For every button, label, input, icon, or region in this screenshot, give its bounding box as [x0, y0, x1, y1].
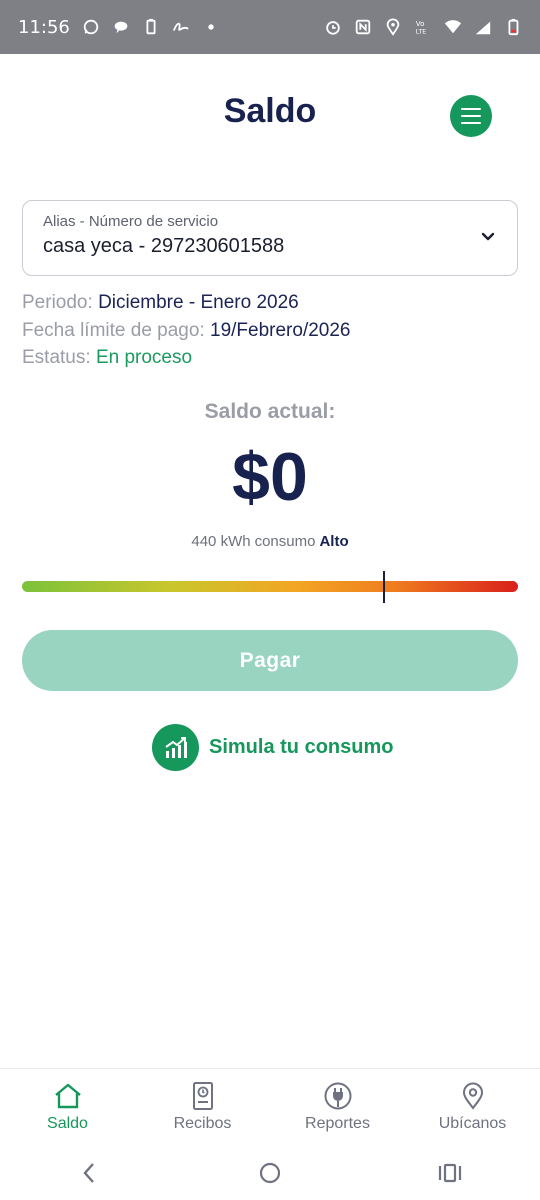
due-date-label: Fecha límite de pago:: [22, 319, 205, 341]
status-row: Estatus: En proceso: [22, 344, 351, 372]
nav-item-reportes[interactable]: Reportes: [270, 1069, 405, 1147]
service-selector[interactable]: Alias - Número de servicio casa yeca - 2…: [22, 200, 518, 276]
menu-button[interactable]: [450, 95, 492, 137]
dot-icon: [208, 24, 214, 30]
simulate-icon-circle: [152, 724, 199, 771]
status-label: Estatus:: [22, 347, 91, 368]
system-navigation-bar: [0, 1146, 540, 1200]
consumption-meter-marker: [383, 571, 386, 603]
balance-label: Saldo actual:: [204, 400, 336, 423]
chevron-down-icon: [481, 232, 495, 241]
home-circle-icon: [259, 1162, 281, 1184]
consumption-meter: [22, 581, 518, 592]
signal-4g-icon: [475, 21, 491, 35]
consumption-word: consumo: [254, 533, 316, 550]
wifi-icon: [444, 20, 462, 34]
consumption-level: Alto: [319, 533, 349, 550]
volte-icon: VoLTE: [416, 19, 426, 35]
nfc-icon: [355, 19, 371, 35]
period-label: Periodo:: [22, 292, 93, 313]
billing-details: Periodo: Diciembre - Enero 2026 Fecha lí…: [22, 289, 351, 372]
svg-text:LTE: LTE: [416, 28, 426, 35]
service-selector-label: Alias - Número de servicio: [43, 213, 219, 230]
nav-item-recibos[interactable]: Recibos: [135, 1069, 270, 1147]
simulate-consumption-link[interactable]: Simula tu consumo: [152, 724, 393, 771]
simulate-consumption-label: Simula tu consumo: [209, 736, 394, 758]
consumption-value: 440 kWh: [191, 533, 251, 550]
signature-icon: [172, 22, 189, 31]
battery-icon: [508, 18, 519, 36]
plug-icon: [324, 1082, 351, 1110]
system-back-button[interactable]: [60, 1153, 120, 1193]
balance-amount: $0: [232, 439, 308, 515]
location-pin-icon: [462, 1082, 483, 1110]
location-icon: [386, 18, 400, 36]
nav-label-saldo: Saldo: [47, 1115, 88, 1132]
nav-item-ubicanos[interactable]: Ubícanos: [405, 1069, 540, 1147]
pay-button[interactable]: Pagar: [22, 630, 518, 691]
system-recents-button[interactable]: [420, 1153, 480, 1193]
receipt-icon: [192, 1082, 213, 1110]
due-date-row: Fecha límite de pago: 19/Febrero/2026: [22, 317, 351, 345]
status-value: En proceso: [95, 347, 193, 368]
recents-icon: [438, 1163, 462, 1183]
status-time: 11:56: [18, 16, 70, 38]
nav-label-ubicanos: Ubícanos: [438, 1115, 507, 1132]
period-row: Periodo: Diciembre - Enero 2026: [22, 289, 351, 317]
hamburger-menu-icon: [461, 108, 481, 124]
service-selector-value: casa yeca - 297230601588: [43, 235, 285, 257]
due-date-value: 19/Febrero/2026: [210, 319, 351, 341]
consumption-summary: 440 kWh consumo Alto: [0, 533, 540, 550]
bar-chart-trend-icon: [164, 736, 187, 758]
status-bar: 11:56 Vo LTE: [0, 0, 540, 54]
period-value: Diciembre - Enero 2026: [98, 292, 299, 313]
nav-label-reportes: Reportes: [305, 1115, 370, 1132]
nav-label-recibos: Recibos: [173, 1115, 232, 1132]
battery-saver-icon: [146, 18, 156, 35]
bottom-navigation: Saldo Recibos Reportes Ubícanos: [0, 1068, 540, 1147]
nav-item-saldo[interactable]: Saldo: [0, 1069, 135, 1147]
home-icon: [54, 1083, 81, 1109]
back-arrow-icon: [83, 1163, 94, 1183]
svg-text:Vo: Vo: [416, 19, 425, 28]
alarm-icon: [326, 21, 340, 35]
whatsapp-icon: [83, 19, 99, 35]
chat-icon: [114, 21, 128, 34]
system-home-button[interactable]: [240, 1153, 300, 1193]
